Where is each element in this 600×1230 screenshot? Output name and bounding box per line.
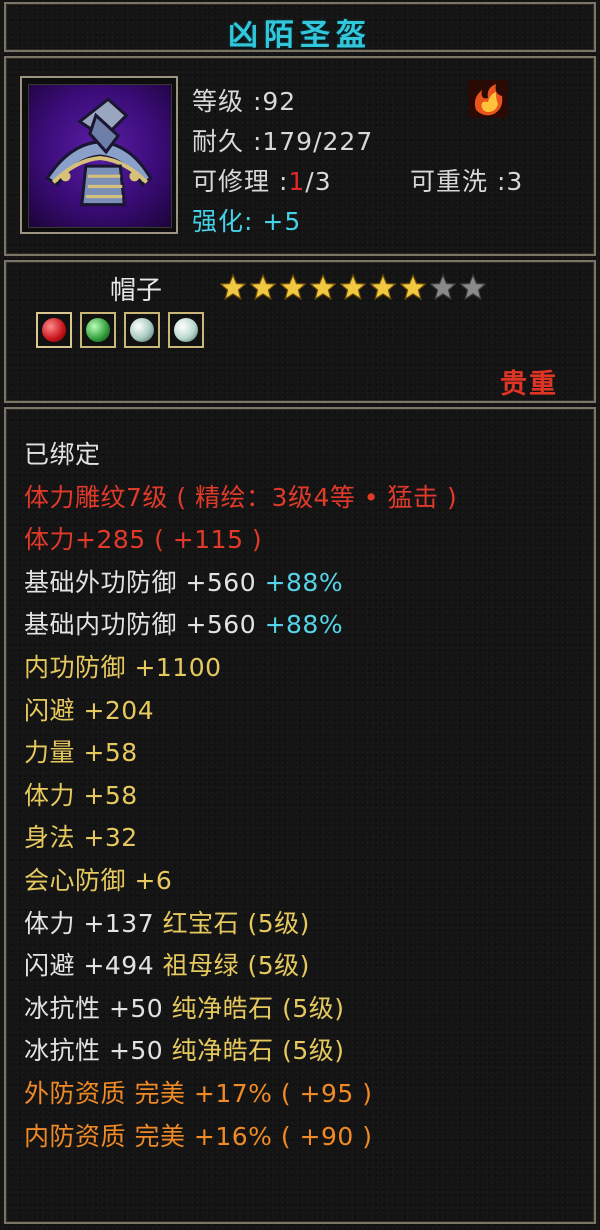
item-name: 凶陌圣盔 [228,18,372,53]
stat-text: 内功防御 +1100 [24,652,222,682]
stat-text: 体力+285 ( +115 ) [24,525,263,555]
pure-crystal-gem-icon[interactable] [124,312,160,348]
stat-line: 已绑定 [24,435,584,478]
stat-extra: 纯净皓石 (5级) [171,1036,345,1066]
item-rarity: 贵重 [500,369,558,400]
helmet-icon [28,84,172,228]
enhance-label: 强化: [192,207,263,236]
repair-used: 1 [288,167,306,196]
flame-sect-icon [468,80,508,118]
stat-line: 冰抗性 +50 纯净皓石 (5级) [24,989,584,1032]
item-type-panel: 帽子 贵重 [4,260,596,403]
stat-text: 身法 +32 [24,823,138,853]
stat-line: 会心防御 +6 [24,861,584,904]
stat-line: 基础外功防御 +560 +88% [24,563,584,606]
stat-extra: 红宝石 (5级) [162,908,310,938]
item-level: 等级 :92 [192,87,297,116]
stat-line: 身法 +32 [24,818,584,861]
stat-line: 体力+285 ( +115 ) [24,520,584,563]
stat-line: 冰抗性 +50 纯净皓石 (5级) [24,1031,584,1074]
stat-extra: 纯净皓石 (5级) [171,993,345,1023]
stat-text: 会心防御 +6 [24,865,173,895]
repair-total: /3 [305,167,332,196]
stat-text: 体力 +58 [24,780,138,810]
stat-line: 内功防御 +1100 [24,648,584,691]
star-filled-icon [310,274,336,300]
stat-text: 闪避 +494 [24,951,163,981]
pure-crystal-gem-icon[interactable] [168,312,204,348]
star-empty-icon [460,274,486,300]
stat-text: 体力 +137 [24,908,163,938]
star-filled-icon [400,274,426,300]
stat-text: 体力雕纹7级 ( 精绘：3级4等 • 猛击 ) [24,482,458,512]
stat-line: 体力雕纹7级 ( 精绘：3级4等 • 猛击 ) [24,478,584,521]
stat-extra: +88% [264,567,344,597]
item-durability: 耐久 :179/227 [192,127,374,156]
stat-text: 已绑定 [24,440,101,469]
stat-line: 体力 +58 [24,776,584,819]
stat-extra: +88% [264,610,344,640]
stat-text: 闪避 +204 [24,695,155,725]
stat-text: 力量 +58 [24,738,138,768]
item-header-panel: 等级 :92 耐久 :179/227 可修理 :1/3 可重洗 :3 强化: +… [4,56,596,256]
item-enhance: 强化: +5 [192,202,301,238]
star-filled-icon [250,274,276,300]
title-panel: 凶陌圣盔 [4,2,596,53]
stat-text: 基础外功防御 +560 [24,567,265,597]
item-stats-panel: 已绑定体力雕纹7级 ( 精绘：3级4等 • 猛击 ) 体力+285 ( +115 … [4,407,596,1224]
star-empty-icon [430,274,456,300]
ruby-gem-icon[interactable] [36,312,72,348]
stat-text: 内防资质 完美 +16% ( +90 ) [24,1121,373,1151]
stat-list: 已绑定体力雕纹7级 ( 精绘：3级4等 • 猛击 ) 体力+285 ( +115 … [24,435,584,1159]
stat-text: 基础内功防御 +560 [24,610,265,640]
stat-extra: 祖母绿 (5级) [162,951,310,981]
item-icon-frame[interactable] [20,76,178,234]
stat-line: 力量 +58 [24,733,584,776]
item-repair: 可修理 :1/3 [192,162,332,198]
enhance-value: +5 [262,207,302,236]
stat-text: 外防资质 完美 +17% ( +95 ) [24,1078,373,1108]
emerald-gem-icon[interactable] [80,312,116,348]
star-rating [220,274,486,300]
star-filled-icon [220,274,246,300]
stat-line: 内防资质 完美 +16% ( +90 ) [24,1117,584,1160]
stat-line: 外防资质 完美 +17% ( +95 ) [24,1074,584,1117]
gem-sockets [36,312,204,348]
star-filled-icon [370,274,396,300]
repair-label: 可修理 : [192,167,289,196]
star-filled-icon [280,274,306,300]
star-filled-icon [340,274,366,300]
stat-line: 体力 +137 红宝石 (5级) [24,904,584,947]
stat-text: 冰抗性 +50 [24,1036,172,1066]
item-rewash: 可重洗 :3 [410,167,524,196]
item-type-label: 帽子 [110,276,163,306]
stat-text: 冰抗性 +50 [24,993,172,1023]
stat-line: 闪避 +204 [24,691,584,734]
item-tooltip: 凶陌圣盔 等级 :92 耐久 :179/227 可修理 :1/3 可重洗:3 … [0,0,600,1230]
stat-line: 基础内功防御 +560 +88% [24,605,584,648]
stat-line: 闪避 +494 祖母绿 (5级) [24,946,584,989]
